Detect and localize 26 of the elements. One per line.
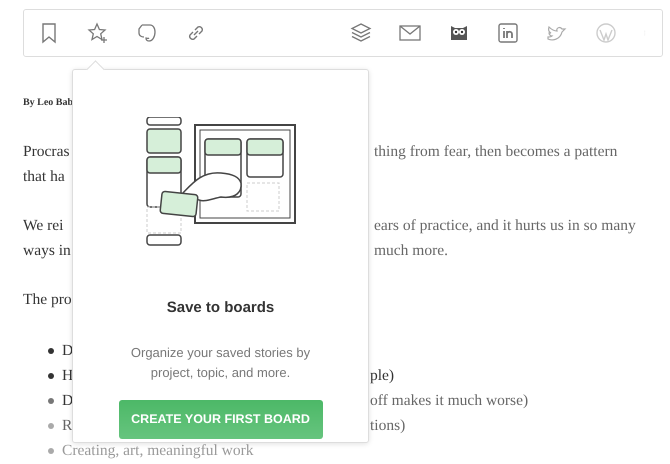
text-fragment: off makes it much worse)	[370, 391, 530, 411]
text-fragment: ple)	[370, 366, 396, 386]
list-item-text: R	[62, 416, 72, 436]
text-fragment: tions)	[370, 416, 406, 436]
bullet-icon	[48, 398, 54, 404]
layers-icon[interactable]	[350, 22, 372, 44]
text-fragment: Procras	[23, 142, 70, 162]
bullet-icon	[48, 348, 54, 354]
text-fragment: much more.	[373, 241, 450, 261]
list-item-text: H	[62, 366, 72, 386]
text-fragment: We rei	[23, 216, 64, 236]
bullet-icon	[48, 423, 54, 429]
text-fragment: ways in	[23, 241, 72, 261]
text-fragment: thing from fear, then becomes a pattern	[373, 142, 618, 162]
create-board-button[interactable]: CREATE YOUR FIRST BOARD	[118, 400, 322, 438]
popover-title: Save to boards	[166, 298, 276, 318]
bullet-icon	[48, 448, 54, 454]
text-fragment: The pro	[23, 290, 72, 310]
popover-description: Organize your saved stories by project, topic, and more.	[130, 344, 312, 382]
linkedin-icon[interactable]	[497, 22, 519, 44]
list-item-text: Creating, art, meaningful work	[62, 441, 255, 461]
text-fragment: ears of practice, and it hurts us in so many	[373, 216, 637, 236]
byline: By Leo Bab	[23, 96, 74, 110]
star-plus-icon[interactable]	[87, 22, 109, 44]
text-fragment: that ha	[23, 167, 66, 187]
bullet-icon	[48, 373, 54, 379]
